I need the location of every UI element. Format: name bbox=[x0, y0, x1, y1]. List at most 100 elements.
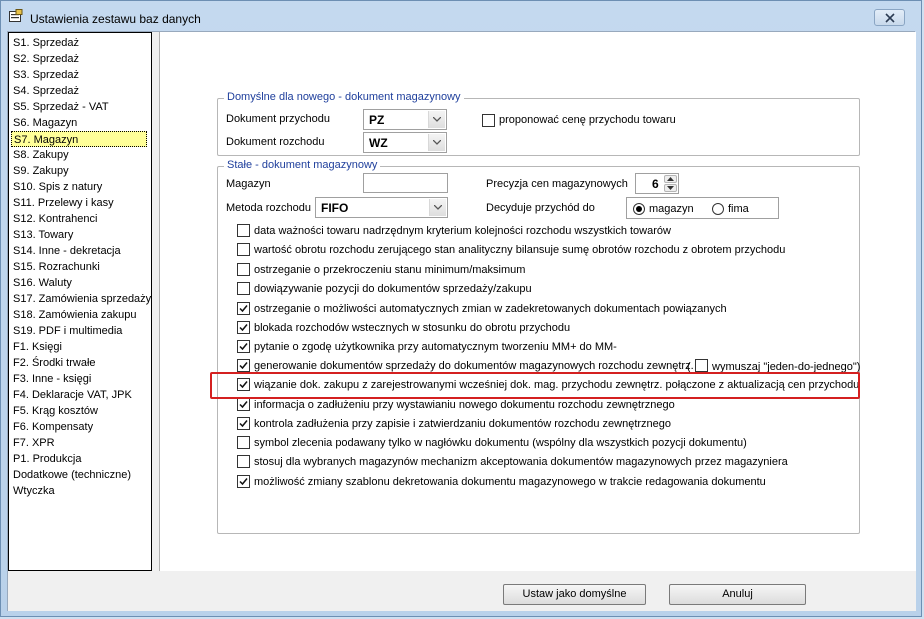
option-checkbox[interactable] bbox=[237, 359, 250, 372]
option-label: wartość obrotu rozchodu zerującego stan … bbox=[254, 244, 786, 256]
defaults-group-legend: Domyślne dla nowego - dokument magazynow… bbox=[224, 91, 464, 103]
option-label: ostrzeganie o możliwości automatycznych … bbox=[254, 303, 727, 315]
propose-price-checkbox[interactable] bbox=[482, 114, 495, 127]
option-checkbox[interactable] bbox=[237, 417, 250, 430]
section-list-item[interactable]: F2. Środki trwałe bbox=[11, 355, 147, 371]
section-list-item[interactable]: S19. PDF i multimedia bbox=[11, 323, 147, 339]
window-title: Ustawienia zestawu baz danych bbox=[30, 12, 201, 26]
section-list-item[interactable]: S1. Sprzedaż bbox=[11, 35, 147, 51]
section-list-item[interactable]: F1. Księgi bbox=[11, 339, 147, 355]
check-icon bbox=[239, 401, 248, 409]
section-list-item[interactable]: S18. Zamówienia zakupu bbox=[11, 307, 147, 323]
outgo-doc-combo[interactable]: WZ bbox=[363, 132, 447, 153]
section-list-item[interactable]: S10. Spis z natury bbox=[11, 179, 147, 195]
section-list-item[interactable]: F5. Krąg kosztów bbox=[11, 403, 147, 419]
income-doc-dropdown[interactable] bbox=[428, 111, 445, 128]
check-icon bbox=[239, 420, 248, 428]
force-one-to-one-checkbox[interactable] bbox=[695, 359, 708, 372]
section-list-item[interactable]: S13. Towary bbox=[11, 227, 147, 243]
option-checkbox[interactable] bbox=[237, 282, 250, 295]
section-list-item[interactable]: S3. Sprzedaż bbox=[11, 67, 147, 83]
caret-down-icon bbox=[667, 186, 674, 190]
radio-company[interactable] bbox=[712, 203, 724, 215]
section-list-item[interactable]: S11. Przelewy i kasy bbox=[11, 195, 147, 211]
section-list-item[interactable]: S7. Magazyn bbox=[11, 131, 147, 147]
option-checkbox[interactable] bbox=[237, 340, 250, 353]
stepper-down-button[interactable] bbox=[664, 184, 677, 192]
option-label: generowanie dokumentów sprzedaży do doku… bbox=[254, 360, 694, 372]
option-checkbox[interactable] bbox=[237, 321, 250, 334]
option-label: informacja o zadłużeniu przy wystawianiu… bbox=[254, 399, 675, 411]
close-icon bbox=[884, 13, 895, 23]
check-icon bbox=[239, 343, 248, 351]
method-value: FIFO bbox=[321, 201, 349, 215]
option-label: ostrzeganie o przekroczeniu stanu minimu… bbox=[254, 264, 526, 276]
income-doc-label: Dokument przychodu bbox=[226, 113, 330, 125]
method-label: Metoda rozchodu bbox=[226, 202, 311, 214]
option-checkbox[interactable] bbox=[237, 475, 250, 488]
settings-panel: Domyślne dla nowego - dokument magazynow… bbox=[159, 32, 916, 571]
section-list-item[interactable]: S15. Rozrachunki bbox=[11, 259, 147, 275]
method-dropdown[interactable] bbox=[429, 199, 446, 216]
highlight-box bbox=[210, 372, 860, 399]
warehouse-label: Magazyn bbox=[226, 178, 271, 190]
dialog-footer: Ustaw jako domyślne Anuluj bbox=[8, 571, 916, 611]
section-list-item[interactable]: S8. Zakupy bbox=[11, 147, 147, 163]
option-checkbox[interactable] bbox=[237, 224, 250, 237]
close-button[interactable] bbox=[874, 9, 905, 26]
income-doc-value: PZ bbox=[369, 113, 385, 127]
option-label: kontrola zadłużenia przy zapisie i zatwi… bbox=[254, 418, 672, 430]
radio-warehouse[interactable] bbox=[633, 203, 645, 215]
radio-warehouse-label: magazyn bbox=[649, 203, 694, 215]
option-label: dowiązywanie pozycji do dokumentów sprze… bbox=[254, 283, 532, 295]
section-list-item[interactable]: S17. Zamówienia sprzedaży bbox=[11, 291, 151, 307]
chevron-down-icon bbox=[433, 140, 441, 145]
check-icon bbox=[239, 362, 248, 370]
section-list-item[interactable]: S16. Waluty bbox=[11, 275, 147, 291]
section-list-item[interactable]: S12. Kontrahenci bbox=[11, 211, 147, 227]
outgo-doc-value: WZ bbox=[369, 136, 388, 150]
section-list-item[interactable]: F4. Deklaracje VAT, JPK bbox=[11, 387, 147, 403]
method-combo[interactable]: FIFO bbox=[315, 197, 448, 218]
chevron-down-icon bbox=[433, 117, 441, 122]
income-doc-combo[interactable]: PZ bbox=[363, 109, 447, 130]
outgo-doc-dropdown[interactable] bbox=[428, 134, 445, 151]
section-list-item[interactable]: F7. XPR bbox=[11, 435, 147, 451]
title-bar: Ustawienia zestawu baz danych bbox=[1, 1, 921, 31]
option-checkbox[interactable] bbox=[237, 263, 250, 276]
option-checkbox[interactable] bbox=[237, 302, 250, 315]
section-list-item[interactable]: Dodatkowe (techniczne) bbox=[11, 467, 147, 483]
check-icon bbox=[239, 478, 248, 486]
chevron-down-icon bbox=[434, 205, 442, 210]
precision-stepper[interactable]: 6 bbox=[635, 173, 679, 194]
section-list-item[interactable]: P1. Produkcja bbox=[11, 451, 147, 467]
option-checkbox[interactable] bbox=[237, 398, 250, 411]
option-checkbox[interactable] bbox=[237, 455, 250, 468]
check-icon bbox=[239, 324, 248, 332]
option-label: symbol zlecenia podawany tylko w nagłówk… bbox=[254, 437, 747, 449]
set-default-button[interactable]: Ustaw jako domyślne bbox=[503, 584, 646, 605]
option-label: blokada rozchodów wstecznych w stosunku … bbox=[254, 322, 571, 334]
option-label: możliwość zmiany szablonu dekretowania d… bbox=[254, 476, 766, 488]
stepper-buttons bbox=[664, 175, 677, 192]
caret-up-icon bbox=[667, 177, 674, 181]
option-checkbox[interactable] bbox=[237, 436, 250, 449]
section-list-item[interactable]: S9. Zakupy bbox=[11, 163, 147, 179]
section-list-item[interactable]: F3. Inne - księgi bbox=[11, 371, 147, 387]
option-checkbox[interactable] bbox=[237, 243, 250, 256]
section-list-item[interactable]: Wtyczka bbox=[11, 483, 147, 499]
cancel-button[interactable]: Anuluj bbox=[669, 584, 806, 605]
section-list-item[interactable]: F6. Kompensaty bbox=[11, 419, 147, 435]
outgo-doc-label: Dokument rozchodu bbox=[226, 136, 325, 148]
section-list-item[interactable]: S5. Sprzedaż - VAT bbox=[11, 99, 147, 115]
section-list-item[interactable]: S2. Sprzedaż bbox=[11, 51, 147, 67]
precision-label: Precyzja cen magazynowych bbox=[486, 178, 628, 190]
fixed-group-legend: Stałe - dokument magazynowy bbox=[224, 159, 381, 171]
option-label: data ważności towaru nadrzędnym kryteriu… bbox=[254, 225, 671, 237]
section-list-item[interactable]: S4. Sprzedaż bbox=[11, 83, 147, 99]
warehouse-input[interactable] bbox=[363, 173, 448, 193]
section-list[interactable]: S1. Sprzedaż S2. Sprzedaż S3. Sprzedaż S4. … bbox=[8, 32, 152, 571]
stepper-up-button[interactable] bbox=[664, 175, 677, 183]
section-list-item[interactable]: S6. Magazyn bbox=[11, 115, 147, 131]
section-list-item[interactable]: S14. Inne - dekretacja bbox=[11, 243, 147, 259]
